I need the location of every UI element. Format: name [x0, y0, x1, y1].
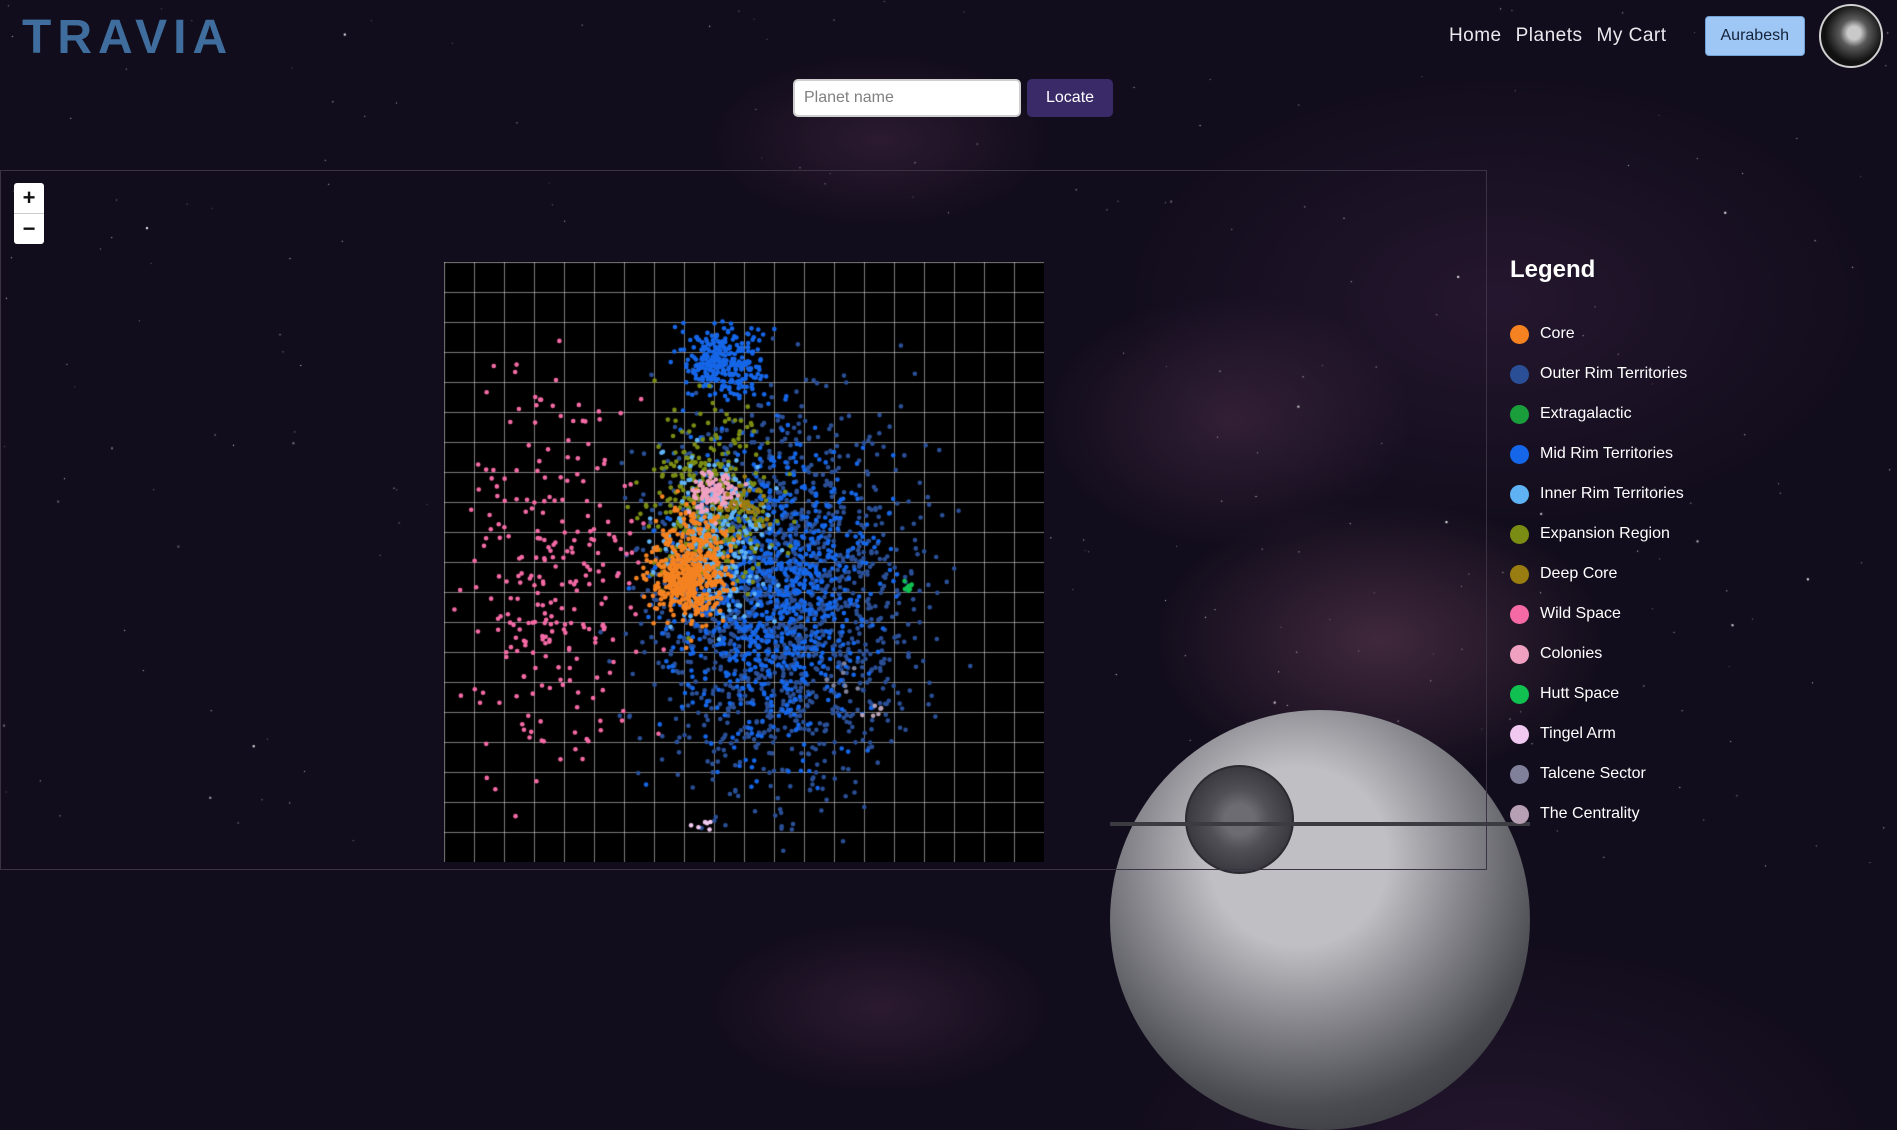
legend-item: Mid Rim Territories: [1510, 434, 1687, 474]
zoom-out-button[interactable]: −: [14, 214, 44, 244]
legend-item-label: Wild Space: [1540, 605, 1621, 622]
legend-swatch-icon: [1510, 324, 1529, 344]
travia-logo[interactable]: TRAVIA: [22, 10, 233, 65]
legend-item-label: Extragalactic: [1540, 405, 1632, 422]
legend-swatch-icon: [1510, 524, 1529, 544]
legend-item: Colonies: [1510, 634, 1687, 674]
legend-item-label: The Centrality: [1540, 805, 1640, 822]
zoom-controls: + −: [14, 183, 44, 244]
zoom-in-button[interactable]: +: [14, 183, 44, 214]
top-navigation: Home Planets My Cart Aurabesh: [1449, 0, 1897, 72]
planet-search-form: Locate: [793, 79, 1114, 117]
legend-swatch-icon: [1510, 604, 1529, 624]
nav-planets-link[interactable]: Planets: [1516, 25, 1583, 47]
legend-swatch-icon: [1510, 804, 1529, 824]
legend-item: The Centrality: [1510, 794, 1687, 834]
planet-name-input[interactable]: [793, 79, 1021, 117]
legend-item: Core: [1510, 314, 1687, 354]
legend-title: Legend: [1510, 256, 1596, 283]
legend-item-label: Outer Rim Territories: [1540, 365, 1688, 382]
user-avatar[interactable]: [1819, 4, 1883, 68]
legend-swatch-icon: [1510, 364, 1529, 384]
legend-panel: Legend Core Outer Rim Territories Extragal…: [1510, 256, 1687, 834]
locate-button[interactable]: Locate: [1027, 79, 1114, 117]
galaxy-map-image[interactable]: [444, 262, 1044, 862]
legend-swatch-icon: [1510, 644, 1529, 664]
legend-item: Extragalactic: [1510, 394, 1687, 434]
legend-item: Outer Rim Territories: [1510, 354, 1687, 394]
legend-item-label: Core: [1540, 325, 1575, 342]
legend-item: Deep Core: [1510, 554, 1687, 594]
legend-list: Core Outer Rim Territories Extragalactic Mi…: [1510, 314, 1687, 834]
aurabesh-toggle-button[interactable]: Aurabesh: [1704, 16, 1805, 56]
legend-item-label: Tingel Arm: [1540, 725, 1616, 742]
legend-swatch-icon: [1510, 404, 1529, 424]
legend-item-label: Inner Rim Territories: [1540, 485, 1684, 502]
legend-swatch-icon: [1510, 484, 1529, 504]
legend-swatch-icon: [1510, 724, 1529, 744]
legend-swatch-icon: [1510, 564, 1529, 584]
legend-item: Expansion Region: [1510, 514, 1687, 554]
legend-item: Inner Rim Territories: [1510, 474, 1687, 514]
legend-item-label: Deep Core: [1540, 565, 1618, 582]
legend-item-label: Mid Rim Territories: [1540, 445, 1674, 462]
nav-cart-link[interactable]: My Cart: [1597, 25, 1667, 47]
legend-item: Talcene Sector: [1510, 754, 1687, 794]
nav-home-link[interactable]: Home: [1449, 25, 1502, 47]
legend-item-label: Talcene Sector: [1540, 765, 1646, 782]
legend-item-label: Expansion Region: [1540, 525, 1670, 542]
legend-item: Wild Space: [1510, 594, 1687, 634]
legend-swatch-icon: [1510, 684, 1529, 704]
legend-swatch-icon: [1510, 444, 1529, 464]
legend-item-label: Colonies: [1540, 645, 1603, 662]
legend-item: Tingel Arm: [1510, 714, 1687, 754]
legend-item: Hutt Space: [1510, 674, 1687, 714]
legend-item-label: Hutt Space: [1540, 685, 1620, 702]
legend-swatch-icon: [1510, 764, 1529, 784]
